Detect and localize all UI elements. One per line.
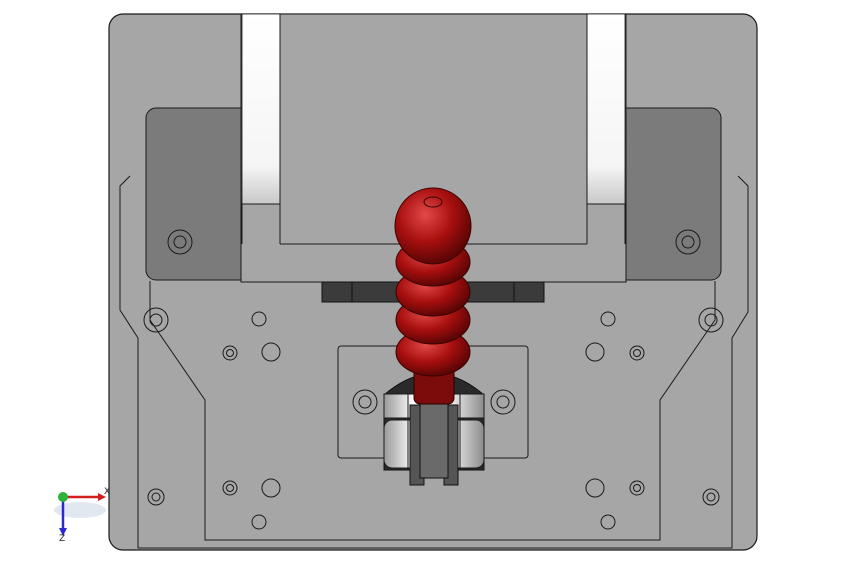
right-rail-slot bbox=[586, 13, 626, 205]
cad-model-render[interactable]: X Z bbox=[0, 0, 867, 562]
z-axis-label: Z bbox=[59, 534, 65, 544]
handle-knob bbox=[394, 187, 472, 265]
cad-3d-viewport[interactable]: X Z bbox=[0, 0, 867, 562]
coordinate-triad: X Z bbox=[54, 487, 110, 544]
y-axis-origin bbox=[58, 492, 68, 502]
left-clamp-block bbox=[145, 107, 257, 281]
left-rail-slot bbox=[241, 13, 281, 205]
right-clamp-block bbox=[610, 107, 722, 281]
x-axis-label: X bbox=[104, 487, 110, 497]
